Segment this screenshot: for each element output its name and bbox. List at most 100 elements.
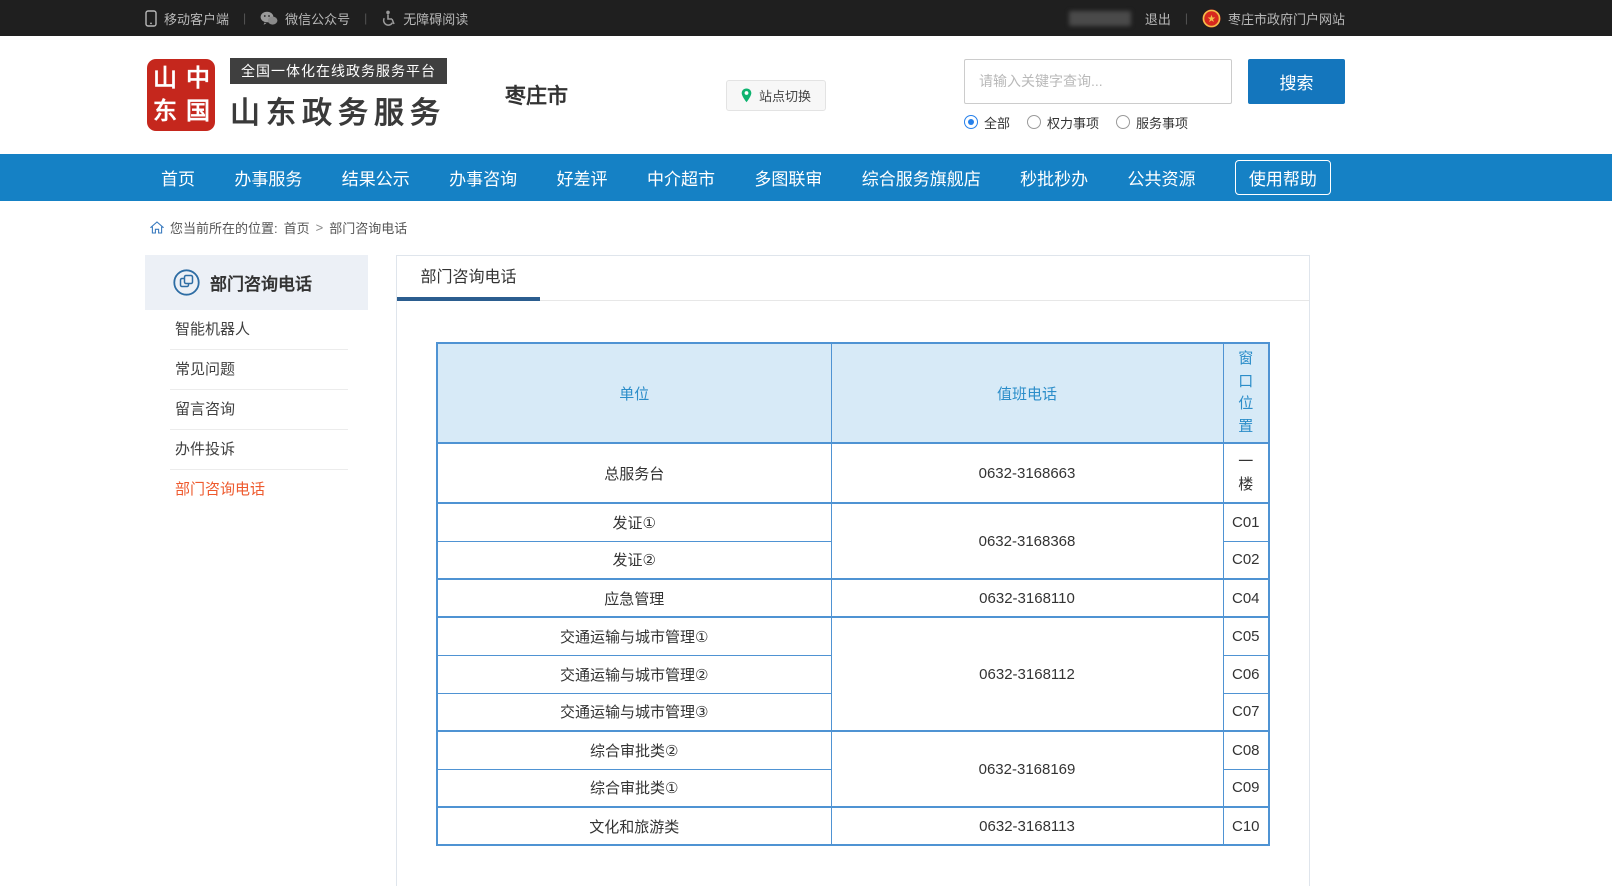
sidebar-item-2[interactable]: 常见问题 xyxy=(145,350,368,390)
table-row: 应急管理0632-3168110C04 xyxy=(437,579,1269,617)
mobile-phone-icon xyxy=(145,10,157,27)
tab-bar: 部门咨询电话 xyxy=(397,256,1309,301)
window-position-cell: C02 xyxy=(1223,541,1269,579)
nav-item-2[interactable]: 办事服务 xyxy=(234,165,302,190)
radio-icon[interactable] xyxy=(1116,115,1130,129)
nav-item-5[interactable]: 好差评 xyxy=(557,165,608,190)
home-icon xyxy=(150,221,164,234)
table-row: 文化和旅游类0632-3168113C10 xyxy=(437,807,1269,845)
accessibility-icon xyxy=(381,10,396,26)
nav-item-4[interactable]: 办事咨询 xyxy=(449,165,517,190)
nav-item-6[interactable]: 中介超市 xyxy=(647,165,715,190)
search-scope-radios: 全部 权力事项 服务事项 xyxy=(964,113,1345,132)
radio-selected-icon[interactable] xyxy=(964,115,978,129)
search-scope-1[interactable]: 全部 xyxy=(964,113,1010,132)
wechat-label: 微信公众号 xyxy=(285,9,350,28)
nav-item-10[interactable]: 公共资源 xyxy=(1128,165,1196,190)
search-scope-label: 权力事项 xyxy=(1047,113,1099,132)
window-position-cell: C01 xyxy=(1223,503,1269,541)
site-title: 山东政务服务 xyxy=(230,88,447,132)
accessibility-link[interactable]: 无障碍阅读 xyxy=(381,9,468,28)
unit-cell: 交通运输与城市管理① xyxy=(437,617,831,655)
window-position-cell: 一楼 xyxy=(1223,443,1269,503)
window-position-cell: C09 xyxy=(1223,769,1269,807)
top-utility-bar: 移动客户端 | 微信公众号 | 无障碍阅读 退出 | xyxy=(0,0,1612,36)
topbar-separator: | xyxy=(243,11,246,25)
main-navigation: 首页 办事服务 结果公示 办事咨询 好差评 中介超市 多图联审 综合服务旗舰店 秒批秒办 公共资源… xyxy=(0,154,1612,201)
breadcrumb-current: 部门咨询电话 xyxy=(329,218,407,237)
nav-item-8[interactable]: 综合服务旗舰店 xyxy=(862,165,981,190)
table-row: 发证①0632-3168368C01 xyxy=(437,503,1269,541)
sidebar-item-5[interactable]: 部门咨询电话 xyxy=(145,470,368,510)
search-scope-label: 服务事项 xyxy=(1136,113,1188,132)
current-city: 枣庄市 xyxy=(505,80,568,110)
unit-cell: 综合审批类① xyxy=(437,769,831,807)
window-position-cell: C07 xyxy=(1223,693,1269,731)
nav-item-11[interactable]: 使用帮助 xyxy=(1235,160,1331,195)
search-scope-label: 全部 xyxy=(984,113,1010,132)
breadcrumb: 您当前所在的位置: 首页 > 部门咨询电话 xyxy=(0,218,1612,237)
radio-icon[interactable] xyxy=(1027,115,1041,129)
sidebar-item-1[interactable]: 智能机器人 xyxy=(145,310,368,350)
sidebar-title: 部门咨询电话 xyxy=(210,270,312,295)
gov-portal-label: 枣庄市政府门户网站 xyxy=(1228,9,1345,28)
window-position-cell: C08 xyxy=(1223,731,1269,769)
breadcrumb-prefix: 您当前所在的位置: xyxy=(170,218,278,237)
nav-item-3[interactable]: 结果公示 xyxy=(342,165,410,190)
search-scope-3[interactable]: 服务事项 xyxy=(1116,113,1188,132)
unit-cell: 总服务台 xyxy=(437,443,831,503)
mobile-client-label: 移动客户端 xyxy=(164,9,229,28)
column-header-1: 单位 xyxy=(437,343,831,443)
column-header-3: 窗口位置 xyxy=(1223,343,1269,443)
search-scope-2[interactable]: 权力事项 xyxy=(1027,113,1099,132)
window-position-cell: C05 xyxy=(1223,617,1269,655)
sidebar-item-4[interactable]: 办件投诉 xyxy=(145,430,368,470)
site-switch-button[interactable]: 站点切换 xyxy=(726,80,826,111)
svg-text:★: ★ xyxy=(1207,14,1216,25)
unit-cell: 发证② xyxy=(437,541,831,579)
wechat-link[interactable]: 微信公众号 xyxy=(260,9,350,28)
unit-cell: 交通运输与城市管理② xyxy=(437,655,831,693)
logout-label: 退出 xyxy=(1145,9,1171,28)
sidebar-header: 部门咨询电话 xyxy=(145,255,368,310)
nav-item-1[interactable]: 首页 xyxy=(161,165,195,190)
unit-cell: 应急管理 xyxy=(437,579,831,617)
breadcrumb-separator: > xyxy=(316,220,324,235)
platform-badge: 全国一体化在线政务服务平台 xyxy=(230,58,447,84)
phone-cell: 0632-3168663 xyxy=(831,443,1223,503)
svg-text:东: 东 xyxy=(153,97,177,125)
national-emblem-icon: ★ xyxy=(1202,9,1221,28)
sidebar: 部门咨询电话 智能机器人常见问题留言咨询办件投诉部门咨询电话 xyxy=(145,255,368,510)
logout-link[interactable]: 退出 xyxy=(1145,9,1171,28)
main-panel: 部门咨询电话 单位值班电话窗口位置总服务台0632-3168663一楼发证①06… xyxy=(396,255,1310,886)
topbar-separator: | xyxy=(364,11,367,25)
nav-item-9[interactable]: 秒批秒办 xyxy=(1020,165,1088,190)
breadcrumb-home-link[interactable]: 首页 xyxy=(284,218,310,237)
mobile-client-link[interactable]: 移动客户端 xyxy=(145,9,229,28)
wechat-icon xyxy=(260,11,278,26)
table-row: 综合审批类②0632-3168169C08 xyxy=(437,731,1269,769)
search-button[interactable]: 搜索 xyxy=(1248,59,1345,104)
phone-cell: 0632-3168169 xyxy=(831,731,1223,807)
phone-cell: 0632-3168113 xyxy=(831,807,1223,845)
username-redacted xyxy=(1069,11,1131,26)
svg-text:中: 中 xyxy=(186,65,210,92)
nav-item-7[interactable]: 多图联审 xyxy=(754,165,822,190)
svg-text:山: 山 xyxy=(153,65,177,92)
department-phone-table: 单位值班电话窗口位置总服务台0632-3168663一楼发证①0632-3168… xyxy=(436,342,1270,846)
unit-cell: 交通运输与城市管理③ xyxy=(437,693,831,731)
site-logo[interactable]: 山 中 东 国 全国一体化在线政务服务平台 山东政务服务 xyxy=(145,56,447,134)
gov-portal-link[interactable]: ★ 枣庄市政府门户网站 xyxy=(1202,9,1345,28)
unit-cell: 发证① xyxy=(437,503,831,541)
table-row: 交通运输与城市管理①0632-3168112C05 xyxy=(437,617,1269,655)
unit-cell: 文化和旅游类 xyxy=(437,807,831,845)
unit-cell: 综合审批类② xyxy=(437,731,831,769)
window-position-cell: C04 xyxy=(1223,579,1269,617)
search-input[interactable] xyxy=(964,59,1232,104)
shandong-seal-icon: 山 中 东 国 xyxy=(145,56,217,134)
tab-department-phone[interactable]: 部门咨询电话 xyxy=(397,256,540,300)
window-position-cell: C10 xyxy=(1223,807,1269,845)
sidebar-item-3[interactable]: 留言咨询 xyxy=(145,390,368,430)
department-phone-icon xyxy=(173,269,200,296)
site-header: 山 中 东 国 全国一体化在线政务服务平台 山东政务服务 枣庄市 站点切换 搜索 xyxy=(0,36,1612,154)
